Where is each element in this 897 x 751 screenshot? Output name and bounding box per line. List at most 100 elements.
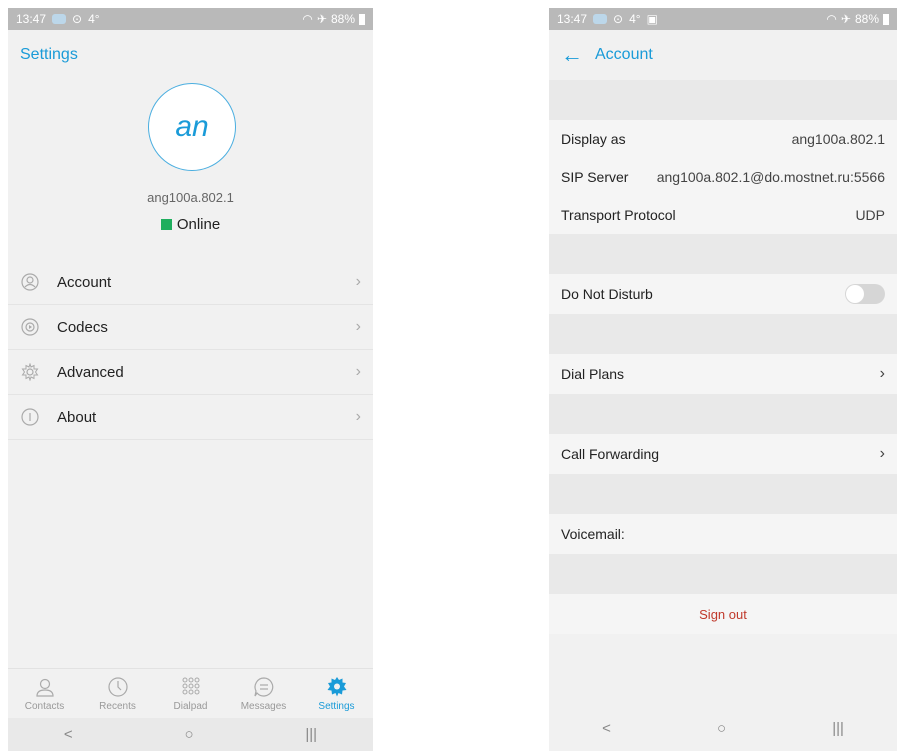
presence-indicator [160, 219, 172, 230]
transport-protocol-value: UDP [855, 207, 885, 223]
status-bar: 13:47 ⊙ 4° ◠ ✈ 88% [8, 8, 373, 30]
tab-label: Recents [99, 701, 136, 712]
sip-server-label: SIP Server [561, 169, 629, 185]
info-icon [20, 407, 40, 427]
profile-section: an ang100a.802.1 Online [8, 80, 373, 260]
page-title: Account [595, 46, 653, 63]
call-forwarding-label: Call Forwarding [561, 446, 660, 462]
sip-server-value: ang100a.802.1@do.mostnet.ru:5566 [656, 169, 885, 185]
nav-home-button[interactable]: ○ [184, 726, 193, 743]
call-forwarding-row[interactable]: Call Forwarding › [549, 434, 897, 474]
settings-screen: 13:47 ⊙ 4° ◠ ✈ 88% Settings an ang100a.8… [8, 8, 373, 751]
avatar[interactable]: an [148, 83, 236, 171]
presence-label: Online [176, 216, 221, 233]
menu-label: Advanced [57, 363, 124, 381]
page-title: Settings [20, 46, 78, 63]
message-icon [253, 675, 275, 699]
settings-gear-icon [326, 675, 348, 699]
tab-label: Dialpad [173, 701, 208, 712]
chevron-right-icon: › [879, 365, 885, 382]
system-nav-bar: < ○ ||| [8, 718, 373, 751]
clock-icon [107, 675, 129, 699]
tab-dialpad[interactable]: Dialpad [154, 669, 227, 718]
toggle-knob [846, 285, 864, 303]
tab-recents[interactable]: Recents [81, 669, 154, 718]
tab-settings[interactable]: Settings [300, 669, 373, 718]
tab-label: Contacts [24, 701, 65, 712]
app-header: Settings [8, 30, 373, 80]
section-divider [549, 234, 897, 274]
wifi-icon: ◠ [302, 12, 313, 26]
alarm-icon: ⊙ [613, 12, 624, 26]
nav-recents-button[interactable]: ||| [305, 726, 317, 743]
section-divider [549, 314, 897, 354]
battery-icon [883, 13, 889, 25]
presence-status[interactable]: Online [8, 216, 373, 233]
sip-server-row[interactable]: SIP Server ang100a.802.1@do.mostnet.ru:5… [549, 158, 897, 196]
menu-label: Account [57, 273, 112, 291]
back-arrow-icon[interactable]: ← [561, 44, 583, 66]
menu-label: About [57, 408, 97, 426]
status-time: 13:47 [16, 12, 47, 26]
tab-label: Settings [318, 701, 355, 712]
menu-item-account[interactable]: Account › [8, 260, 373, 305]
section-divider [549, 80, 897, 120]
avatar-initials: an [175, 110, 209, 143]
chevron-right-icon: › [879, 445, 885, 462]
dialpad-icon [180, 675, 202, 699]
nav-back-button[interactable]: < [602, 720, 611, 737]
tab-contacts[interactable]: Contacts [8, 669, 81, 718]
chevron-right-icon: › [355, 318, 361, 335]
transport-protocol-label: Transport Protocol [561, 207, 676, 223]
display-as-label: Display as [561, 131, 626, 147]
battery-percent: 88% [330, 12, 355, 26]
image-icon: ▣ [646, 12, 658, 26]
system-nav-bar: < ○ ||| [549, 706, 897, 751]
menu-item-codecs[interactable]: Codecs › [8, 305, 373, 350]
do-not-disturb-row: Do Not Disturb [549, 274, 897, 314]
voicemail-label: Voicemail: [561, 526, 625, 542]
menu-item-advanced[interactable]: Advanced › [8, 350, 373, 395]
voicemail-row[interactable]: Voicemail: [549, 514, 897, 554]
alarm-icon: ⊙ [72, 12, 83, 26]
status-extra: 4° [88, 12, 100, 26]
battery-percent: 88% [854, 12, 879, 26]
account-screen: 13:47 ⊙ 4° ▣ ◠ ✈ 88% ← Account Display a… [549, 8, 897, 751]
chevron-right-icon: › [355, 273, 361, 290]
wifi-icon: ◠ [826, 12, 837, 26]
do-not-disturb-toggle[interactable] [845, 284, 885, 304]
notification-icon [52, 14, 67, 24]
account-name: ang100a.802.1 [147, 190, 234, 205]
airplane-icon: ✈ [840, 12, 851, 26]
app-header: ← Account [549, 30, 897, 80]
tab-messages[interactable]: Messages [227, 669, 300, 718]
nav-recents-button[interactable]: ||| [832, 720, 844, 737]
chevron-right-icon: › [355, 363, 361, 380]
status-bar: 13:47 ⊙ 4° ▣ ◠ ✈ 88% [549, 8, 897, 30]
contacts-icon [34, 675, 56, 699]
dial-plans-row[interactable]: Dial Plans › [549, 354, 897, 394]
section-divider [549, 554, 897, 594]
tab-label: Messages [240, 701, 287, 712]
chevron-right-icon: › [355, 408, 361, 425]
nav-back-button[interactable]: < [64, 726, 73, 743]
codec-icon [20, 317, 40, 337]
dial-plans-label: Dial Plans [561, 366, 625, 382]
battery-icon [359, 13, 365, 25]
section-divider [549, 394, 897, 434]
nav-home-button[interactable]: ○ [717, 720, 726, 737]
person-icon [20, 272, 40, 292]
gear-icon [20, 362, 40, 382]
display-as-value: ang100a.802.1 [791, 131, 885, 147]
section-divider [549, 474, 897, 514]
tab-bar: Contacts Recents Dialpad Messages Settin… [8, 668, 373, 718]
transport-protocol-row[interactable]: Transport Protocol UDP [549, 196, 897, 234]
status-extra: 4° [629, 12, 641, 26]
status-time: 13:47 [557, 12, 588, 26]
airplane-icon: ✈ [316, 12, 327, 26]
display-as-row[interactable]: Display as ang100a.802.1 [549, 120, 897, 158]
do-not-disturb-label: Do Not Disturb [561, 286, 653, 302]
notification-icon [593, 14, 608, 24]
sign-out-button[interactable]: Sign out [549, 594, 897, 634]
menu-item-about[interactable]: About › [8, 395, 373, 440]
